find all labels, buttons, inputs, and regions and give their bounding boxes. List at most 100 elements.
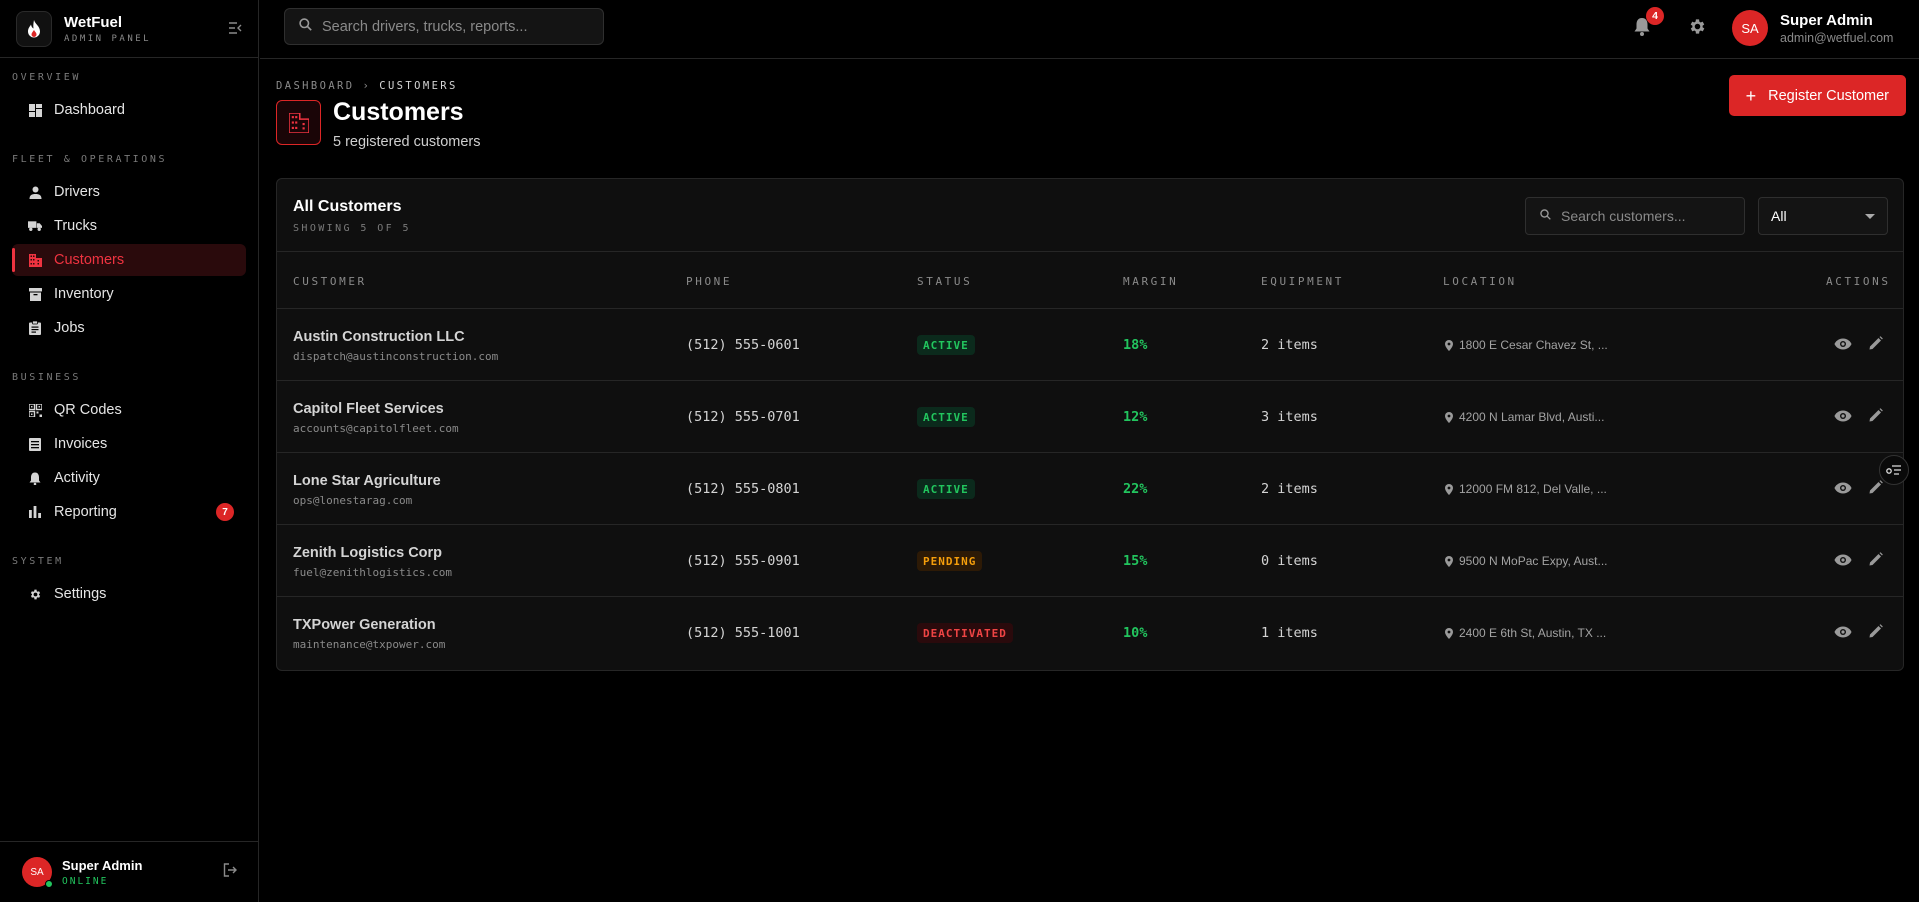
sidebar-item-drivers[interactable]: Drivers xyxy=(12,176,246,208)
table-row[interactable]: Capitol Fleet Services accounts@capitolf… xyxy=(277,381,1903,453)
topbar: 4 SA Super Admin admin@wetfuel.com xyxy=(260,0,1919,59)
logout-icon[interactable] xyxy=(223,862,237,882)
building-icon xyxy=(28,253,42,267)
sidebar-item-activity[interactable]: Activity xyxy=(12,462,246,494)
location-pin-icon xyxy=(1445,627,1453,639)
customer-location: 12000 FM 812, Del Valle, ... xyxy=(1445,482,1607,496)
customer-name[interactable]: Zenith Logistics Corp xyxy=(293,545,442,561)
avatar[interactable]: SA xyxy=(1732,10,1768,46)
customer-phone: (512) 555-1001 xyxy=(686,625,800,641)
sidebar-item-inventory[interactable]: Inventory xyxy=(12,278,246,310)
gear-icon xyxy=(28,587,42,601)
sidebar-item-label: Jobs xyxy=(54,320,85,336)
customer-phone: (512) 555-0901 xyxy=(686,553,800,569)
customer-search-input[interactable] xyxy=(1561,208,1731,224)
receipt-icon xyxy=(28,437,42,451)
edit-pencil-icon[interactable] xyxy=(1869,336,1883,355)
customer-equipment: 1 items xyxy=(1261,625,1318,641)
breadcrumb-dashboard-link[interactable]: DASHBOARD xyxy=(276,80,355,92)
global-search-input[interactable] xyxy=(322,18,582,35)
register-customer-button[interactable]: + Register Customer xyxy=(1728,75,1906,116)
settings-gear-icon[interactable] xyxy=(1688,17,1707,41)
customer-location: 1800 E Cesar Chavez St, ... xyxy=(1445,338,1608,352)
view-eye-icon[interactable] xyxy=(1834,553,1852,571)
location-text: 4200 N Lamar Blvd, Austi... xyxy=(1459,410,1605,424)
sidebar-item-label: Invoices xyxy=(54,436,108,452)
location-text: 12000 FM 812, Del Valle, ... xyxy=(1459,482,1607,496)
customer-equipment: 3 items xyxy=(1261,409,1318,425)
sidebar-item-label: Drivers xyxy=(54,184,100,200)
customer-equipment: 2 items xyxy=(1261,481,1318,497)
archive-icon xyxy=(28,287,42,301)
collapse-sidebar-icon[interactable] xyxy=(228,21,242,37)
customer-email: dispatch@austinconstruction.com xyxy=(293,350,499,363)
sidebar-nav: OVERVIEW Dashboard FLEET & OPERATIONS Dr… xyxy=(0,58,258,610)
table-row[interactable]: TXPower Generation maintenance@txpower.c… xyxy=(277,597,1903,669)
view-eye-icon[interactable] xyxy=(1834,625,1852,643)
customer-search[interactable] xyxy=(1525,197,1745,235)
nav-section-business: BUSINESS xyxy=(12,372,81,383)
customer-name[interactable]: TXPower Generation xyxy=(293,617,436,633)
customer-phone: (512) 555-0801 xyxy=(686,481,800,497)
table-header: All Customers SHOWING 5 OF 5 All xyxy=(277,179,1903,252)
location-text: 2400 E 6th St, Austin, TX ... xyxy=(1459,626,1607,640)
global-search[interactable] xyxy=(284,8,604,45)
bell-icon xyxy=(28,471,42,485)
column-header-status[interactable]: STATUS xyxy=(917,275,972,288)
avatar[interactable]: SA xyxy=(22,857,53,888)
column-header-margin[interactable]: MARGIN xyxy=(1123,275,1178,288)
table-column-headers: CUSTOMER PHONE STATUS MARGIN EQUIPMENT L… xyxy=(277,252,1903,309)
brand-header: WetFuel ADMIN PANEL xyxy=(0,0,258,58)
customer-name[interactable]: Lone Star Agriculture xyxy=(293,473,441,489)
breadcrumb-current: CUSTOMERS xyxy=(379,80,458,92)
status-filter-select[interactable]: All xyxy=(1758,197,1888,235)
customer-email: ops@lonestarag.com xyxy=(293,494,413,507)
status-badge: DEACTIVATED xyxy=(917,623,1013,643)
customer-name[interactable]: Capitol Fleet Services xyxy=(293,401,444,417)
sidebar-item-jobs[interactable]: Jobs xyxy=(12,312,246,344)
app-subtitle: ADMIN PANEL xyxy=(64,33,152,44)
edit-pencil-icon[interactable] xyxy=(1869,408,1883,427)
page-subtitle: 5 registered customers xyxy=(333,134,481,150)
sidebar-item-dashboard[interactable]: Dashboard xyxy=(12,94,246,126)
table-row[interactable]: Lone Star Agriculture ops@lonestarag.com… xyxy=(277,453,1903,525)
column-header-phone[interactable]: PHONE xyxy=(686,275,732,288)
floating-filter-toggle-icon[interactable] xyxy=(1879,455,1909,485)
view-eye-icon[interactable] xyxy=(1834,337,1852,355)
person-icon xyxy=(28,185,42,199)
avatar-initials: SA xyxy=(30,866,44,878)
user-menu[interactable]: SA Super Admin admin@wetfuel.com xyxy=(1732,10,1893,46)
edit-pencil-icon[interactable] xyxy=(1869,552,1883,571)
column-header-customer[interactable]: CUSTOMER xyxy=(293,275,367,288)
sidebar-item-settings[interactable]: Settings xyxy=(12,578,246,610)
truck-icon xyxy=(28,219,42,233)
user-name: Super Admin xyxy=(1780,11,1873,29)
view-eye-icon[interactable] xyxy=(1834,409,1852,427)
plus-icon: + xyxy=(1745,85,1757,106)
customer-name[interactable]: Austin Construction LLC xyxy=(293,329,465,345)
sidebar-item-customers[interactable]: Customers xyxy=(12,244,246,276)
search-icon xyxy=(299,17,312,36)
location-pin-icon xyxy=(1445,555,1453,567)
column-header-location[interactable]: LOCATION xyxy=(1443,275,1517,288)
customer-margin: 18% xyxy=(1123,337,1148,353)
sidebar-user-footer: SA Super Admin ONLINE xyxy=(0,841,259,902)
customer-location: 4200 N Lamar Blvd, Austi... xyxy=(1445,410,1604,424)
table-title: All Customers xyxy=(293,198,402,215)
sidebar-item-qr-codes[interactable]: QR Codes xyxy=(12,394,246,426)
edit-pencil-icon[interactable] xyxy=(1869,624,1883,643)
table-row[interactable]: Austin Construction LLC dispatch@austinc… xyxy=(277,309,1903,381)
sidebar-item-trucks[interactable]: Trucks xyxy=(12,210,246,242)
table-count: SHOWING 5 OF 5 xyxy=(293,223,411,234)
customer-margin: 12% xyxy=(1123,409,1148,425)
table-body: Austin Construction LLC dispatch@austinc… xyxy=(277,309,1903,669)
view-eye-icon[interactable] xyxy=(1834,481,1852,499)
table-row[interactable]: Zenith Logistics Corp fuel@zenithlogisti… xyxy=(277,525,1903,597)
sidebar-item-reporting[interactable]: Reporting 7 xyxy=(12,496,246,528)
sidebar-item-invoices[interactable]: Invoices xyxy=(12,428,246,460)
online-status-dot xyxy=(45,880,53,888)
customer-email: accounts@capitolfleet.com xyxy=(293,422,459,435)
flame-logo-icon[interactable] xyxy=(16,10,52,47)
edit-pencil-icon[interactable] xyxy=(1869,480,1883,499)
column-header-equipment[interactable]: EQUIPMENT xyxy=(1261,275,1344,288)
